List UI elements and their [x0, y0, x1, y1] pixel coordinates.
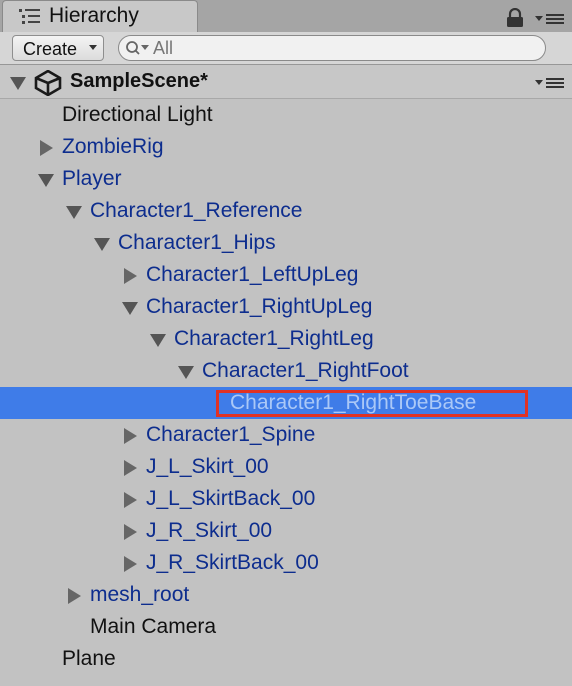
tree-row-label: J_R_SkirtBack_00 — [146, 551, 319, 574]
expand-arrow-right-icon[interactable] — [124, 524, 137, 540]
tree-row[interactable]: Character1_LeftUpLeg — [0, 259, 572, 291]
tree-row[interactable]: Plane — [0, 643, 572, 675]
expand-arrow-down-icon[interactable] — [66, 206, 82, 219]
collapse-arrow-icon[interactable] — [10, 77, 26, 90]
tree-row-label: J_L_Skirt_00 — [146, 455, 269, 478]
tree-row-label: Player — [62, 167, 122, 190]
tree-row[interactable]: Character1_Hips — [0, 227, 572, 259]
scene-menu-icon[interactable] — [535, 77, 565, 89]
tab-bar: Hierarchy — [0, 0, 572, 32]
highlight-box — [216, 390, 528, 417]
expand-arrow-right-icon[interactable] — [124, 428, 137, 444]
create-button-label: Create — [23, 39, 78, 59]
tree-row-label: mesh_root — [90, 583, 190, 606]
tree-row[interactable]: J_L_Skirt_00 — [0, 451, 572, 483]
hierarchy-tab[interactable]: Hierarchy — [2, 0, 198, 32]
tree-row-label: Plane — [62, 647, 116, 670]
toolbar: Create — [0, 32, 572, 65]
expand-arrow-down-icon[interactable] — [94, 238, 110, 251]
tree-row[interactable]: Directional Light — [0, 99, 572, 131]
tree-row-selected[interactable]: Character1_RightToeBase — [0, 387, 572, 419]
scene-header[interactable]: SampleScene* — [0, 65, 572, 99]
expand-arrow-down-icon[interactable] — [150, 334, 166, 347]
expand-arrow-down-icon[interactable] — [38, 174, 54, 187]
tree-row-label: Main Camera — [90, 615, 217, 638]
expand-arrow-down-icon[interactable] — [122, 302, 138, 315]
tree-row[interactable]: Character1_RightLeg — [0, 323, 572, 355]
tree-row[interactable]: Character1_Reference — [0, 195, 572, 227]
search-input[interactable] — [153, 36, 533, 60]
expand-arrow-right-icon[interactable] — [124, 556, 137, 572]
tree-row[interactable]: Player — [0, 163, 572, 195]
tree-row[interactable]: J_R_Skirt_00 — [0, 515, 572, 547]
tree-row-label: Character1_Reference — [90, 199, 303, 222]
tree-row-label: Character1_RightUpLeg — [146, 295, 373, 318]
tree-row[interactable]: J_L_SkirtBack_00 — [0, 483, 572, 515]
tree-row[interactable]: Character1_Spine — [0, 419, 572, 451]
expand-arrow-right-icon[interactable] — [124, 268, 137, 284]
tree-row-label: Character1_Hips — [118, 231, 276, 254]
tree-row-label: Character1_RightLeg — [174, 327, 374, 350]
create-button[interactable]: Create — [12, 35, 104, 61]
expand-arrow-down-icon[interactable] — [178, 366, 194, 379]
tree-row-label: Directional Light — [62, 103, 213, 126]
expand-arrow-right-icon[interactable] — [124, 460, 137, 476]
search-icon — [126, 41, 149, 55]
tree-row[interactable]: ZombieRig — [0, 131, 572, 163]
tree-row-label: Character1_Spine — [146, 423, 316, 446]
hierarchy-list-icon — [19, 9, 40, 24]
expand-arrow-right-icon[interactable] — [124, 492, 137, 508]
tree-row-label: J_R_Skirt_00 — [146, 519, 273, 542]
lock-icon[interactable] — [506, 8, 524, 28]
tree-row[interactable]: Character1_RightUpLeg — [0, 291, 572, 323]
scene-title: SampleScene* — [70, 70, 208, 92]
tab-menu-icon[interactable] — [535, 13, 565, 25]
search-field[interactable] — [118, 35, 546, 61]
dropdown-arrow-icon — [89, 45, 97, 50]
tree-row-label: ZombieRig — [62, 135, 164, 158]
tree-row-label: Character1_RightFoot — [202, 359, 409, 382]
hierarchy-tree: Directional Light ZombieRig Player Characte… — [0, 99, 572, 686]
tree-row[interactable]: mesh_root — [0, 579, 572, 611]
expand-arrow-right-icon[interactable] — [68, 588, 81, 604]
tree-row-label: Character1_LeftUpLeg — [146, 263, 359, 286]
expand-arrow-right-icon[interactable] — [40, 140, 53, 156]
tab-title: Hierarchy — [49, 4, 139, 27]
tree-row[interactable]: Character1_RightFoot — [0, 355, 572, 387]
tree-row[interactable]: J_R_SkirtBack_00 — [0, 547, 572, 579]
unity-logo-icon — [34, 70, 62, 96]
tree-row[interactable]: Main Camera — [0, 611, 572, 643]
tree-row-label: J_L_SkirtBack_00 — [146, 487, 316, 510]
